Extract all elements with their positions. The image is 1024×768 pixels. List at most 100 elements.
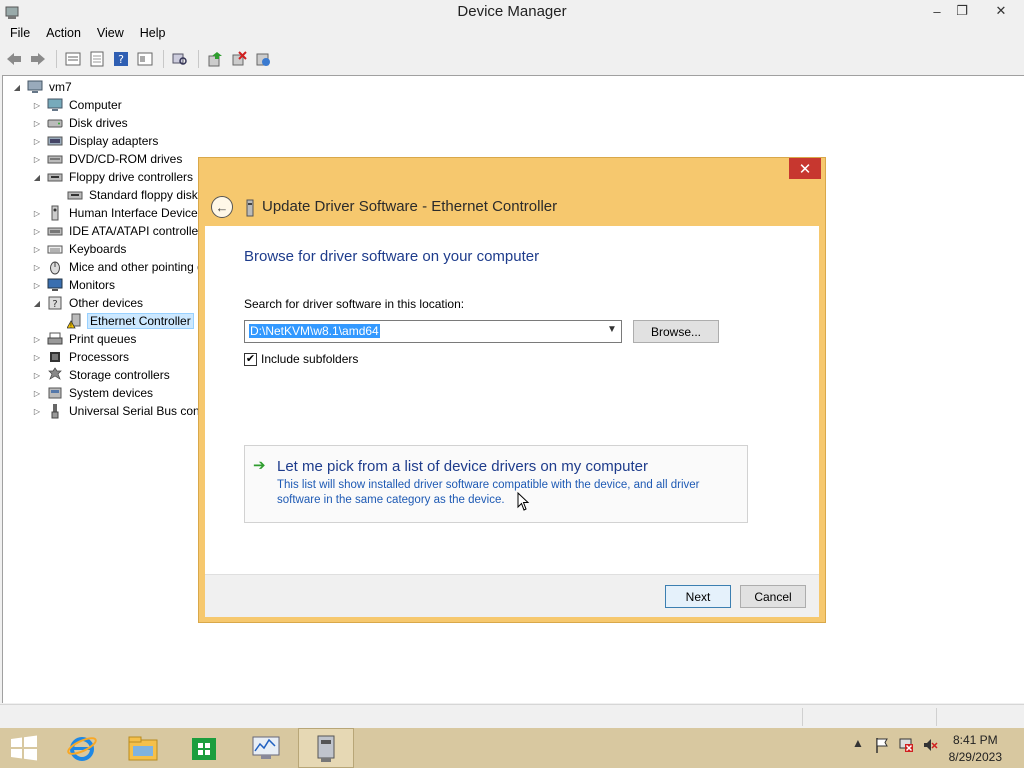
expand-icon[interactable]: ▷ [31,281,43,290]
tree-item[interactable]: ▷ IDE ATA/ATAPI controller [31,222,204,240]
internet-explorer-icon[interactable] [54,728,110,768]
menu-view[interactable]: View [87,24,124,44]
show-hidden-icons-icon[interactable]: ▲ [850,736,866,754]
menu-file[interactable]: File [0,24,30,44]
menu-action[interactable]: Action [36,24,81,44]
file-explorer-icon[interactable] [115,728,171,768]
collapse-icon[interactable]: ◢ [11,83,23,92]
tree-item[interactable]: ▷ Storage controllers [31,366,172,384]
tree-item[interactable]: ◢? Other devices [31,294,145,312]
tree-item[interactable]: ▷ Monitors [31,276,117,294]
system-icon [47,385,63,401]
driver-path-combobox[interactable]: D:\NetKVM\w8.1\amd64 ▼ [244,320,622,343]
warning-device-icon: ! [67,313,83,329]
svg-text:?: ? [118,53,124,66]
forward-icon[interactable] [28,49,48,69]
include-subfolders-label[interactable]: Include subfolders [261,352,358,366]
close-button[interactable]: ✕ [984,0,1018,22]
help-icon[interactable]: ? [111,49,131,69]
next-button[interactable]: Next [665,585,731,608]
collapse-icon[interactable]: ◢ [31,173,43,182]
dialog-close-button[interactable]: ✕ [789,158,821,179]
tree-item[interactable]: ▷ Processors [31,348,131,366]
browse-button[interactable]: Browse... [633,320,719,343]
driver-path-value[interactable]: D:\NetKVM\w8.1\amd64 [249,324,380,338]
display-icon [47,133,63,149]
expand-icon[interactable]: ▷ [31,245,43,254]
collapse-icon[interactable]: ◢ [31,299,43,308]
chevron-down-icon[interactable]: ▼ [605,324,619,339]
tree-item[interactable]: ▷ Human Interface Devices [31,204,206,222]
expand-icon[interactable]: ▷ [31,137,43,146]
start-button[interactable] [8,734,40,762]
tree-item[interactable]: ◢ Floppy drive controllers [31,168,195,186]
scan-icon[interactable] [170,49,190,69]
expand-icon[interactable]: ▷ [31,155,43,164]
tree-item[interactable]: ▷ Display adapters [31,132,160,150]
tree-item-label: DVD/CD-ROM drives [69,152,183,166]
tree-item[interactable]: ▷ Universal Serial Bus contro [31,402,216,420]
pick-from-list-description: This list will show installed driver sof… [277,479,700,506]
dialog-footer: Next Cancel [205,574,819,617]
expand-icon[interactable]: ▷ [31,227,43,236]
back-arrow-icon[interactable]: ← [211,196,233,218]
tree-item[interactable]: ▷ DVD/CD-ROM drives [31,150,184,168]
expand-icon[interactable]: ▷ [31,101,43,110]
pick-from-list-title[interactable]: Let me pick from a list of device driver… [277,458,648,475]
computer-icon [47,97,63,113]
update-driver-icon[interactable] [205,49,225,69]
tree-item-label: Print queues [69,332,137,346]
svg-text:?: ? [52,299,57,310]
expand-icon[interactable]: ▷ [31,263,43,272]
tree-item[interactable]: ! Ethernet Controller [51,312,194,330]
menu-bar: File Action View Help [0,24,1024,44]
include-subfolders-row[interactable]: ✔ Include subfolders [244,352,358,366]
computer-icon [27,79,43,95]
uninstall-icon[interactable] [253,49,273,69]
tree-item-label: Human Interface Devices [69,206,204,220]
taskbar: ▲ 8:41 PM 8/29/2023 [0,728,1024,768]
back-icon[interactable] [4,49,24,69]
device-manager-icon[interactable] [298,728,354,768]
expand-icon[interactable]: ▷ [31,209,43,218]
tree-item-label: Universal Serial Bus contro [69,404,214,418]
performance-monitor-icon[interactable] [238,728,294,768]
tree-item[interactable]: Standard floppy disk c [51,186,209,204]
restore-button[interactable]: ❐ [947,0,977,22]
view-icon[interactable] [87,49,107,69]
action-center-flag-icon[interactable] [874,736,890,754]
network-error-icon[interactable] [898,736,914,754]
tree-item[interactable]: ▷ Print queues [31,330,138,348]
expand-icon[interactable]: ▷ [31,407,43,416]
tree-item[interactable]: ▷ Disk drives [31,114,130,132]
tree-item[interactable]: ▷ Keyboards [31,240,128,258]
pick-from-list-option[interactable]: ➔ Let me pick from a list of device driv… [244,445,748,523]
cancel-button[interactable]: Cancel [740,585,806,608]
floppy-icon [47,169,63,185]
include-subfolders-checkbox[interactable]: ✔ [244,352,257,366]
volume-muted-icon[interactable] [922,736,938,754]
system-clock[interactable]: 8:41 PM 8/29/2023 [949,732,1002,766]
show-hide-icon[interactable] [135,49,155,69]
properties-icon[interactable] [63,49,83,69]
store-icon[interactable] [176,728,232,768]
tree-item[interactable]: ▷ Computer [31,96,124,114]
clock-date: 8/29/2023 [948,750,1002,764]
tree-root[interactable]: ◢ vm7 [11,78,74,96]
menu-help[interactable]: Help [130,24,166,44]
tree-item[interactable]: ▷ Mice and other pointing d [31,258,206,276]
usb-icon [47,403,63,419]
expand-icon[interactable]: ▷ [31,335,43,344]
svg-text:!: ! [70,323,72,330]
tree-item[interactable]: ▷ System devices [31,384,155,402]
expand-icon[interactable]: ▷ [31,353,43,362]
tree-item-label: Processors [69,350,130,364]
expand-icon[interactable]: ▷ [31,371,43,380]
expand-icon[interactable]: ▷ [31,119,43,128]
tree-item-label: IDE ATA/ATAPI controller [69,224,203,238]
disable-icon[interactable] [229,49,249,69]
expand-icon[interactable]: ▷ [31,389,43,398]
status-bar [0,704,1024,728]
tree-item-label: Ethernet Controller [87,313,194,329]
tree-item-label: Other devices [69,296,144,310]
